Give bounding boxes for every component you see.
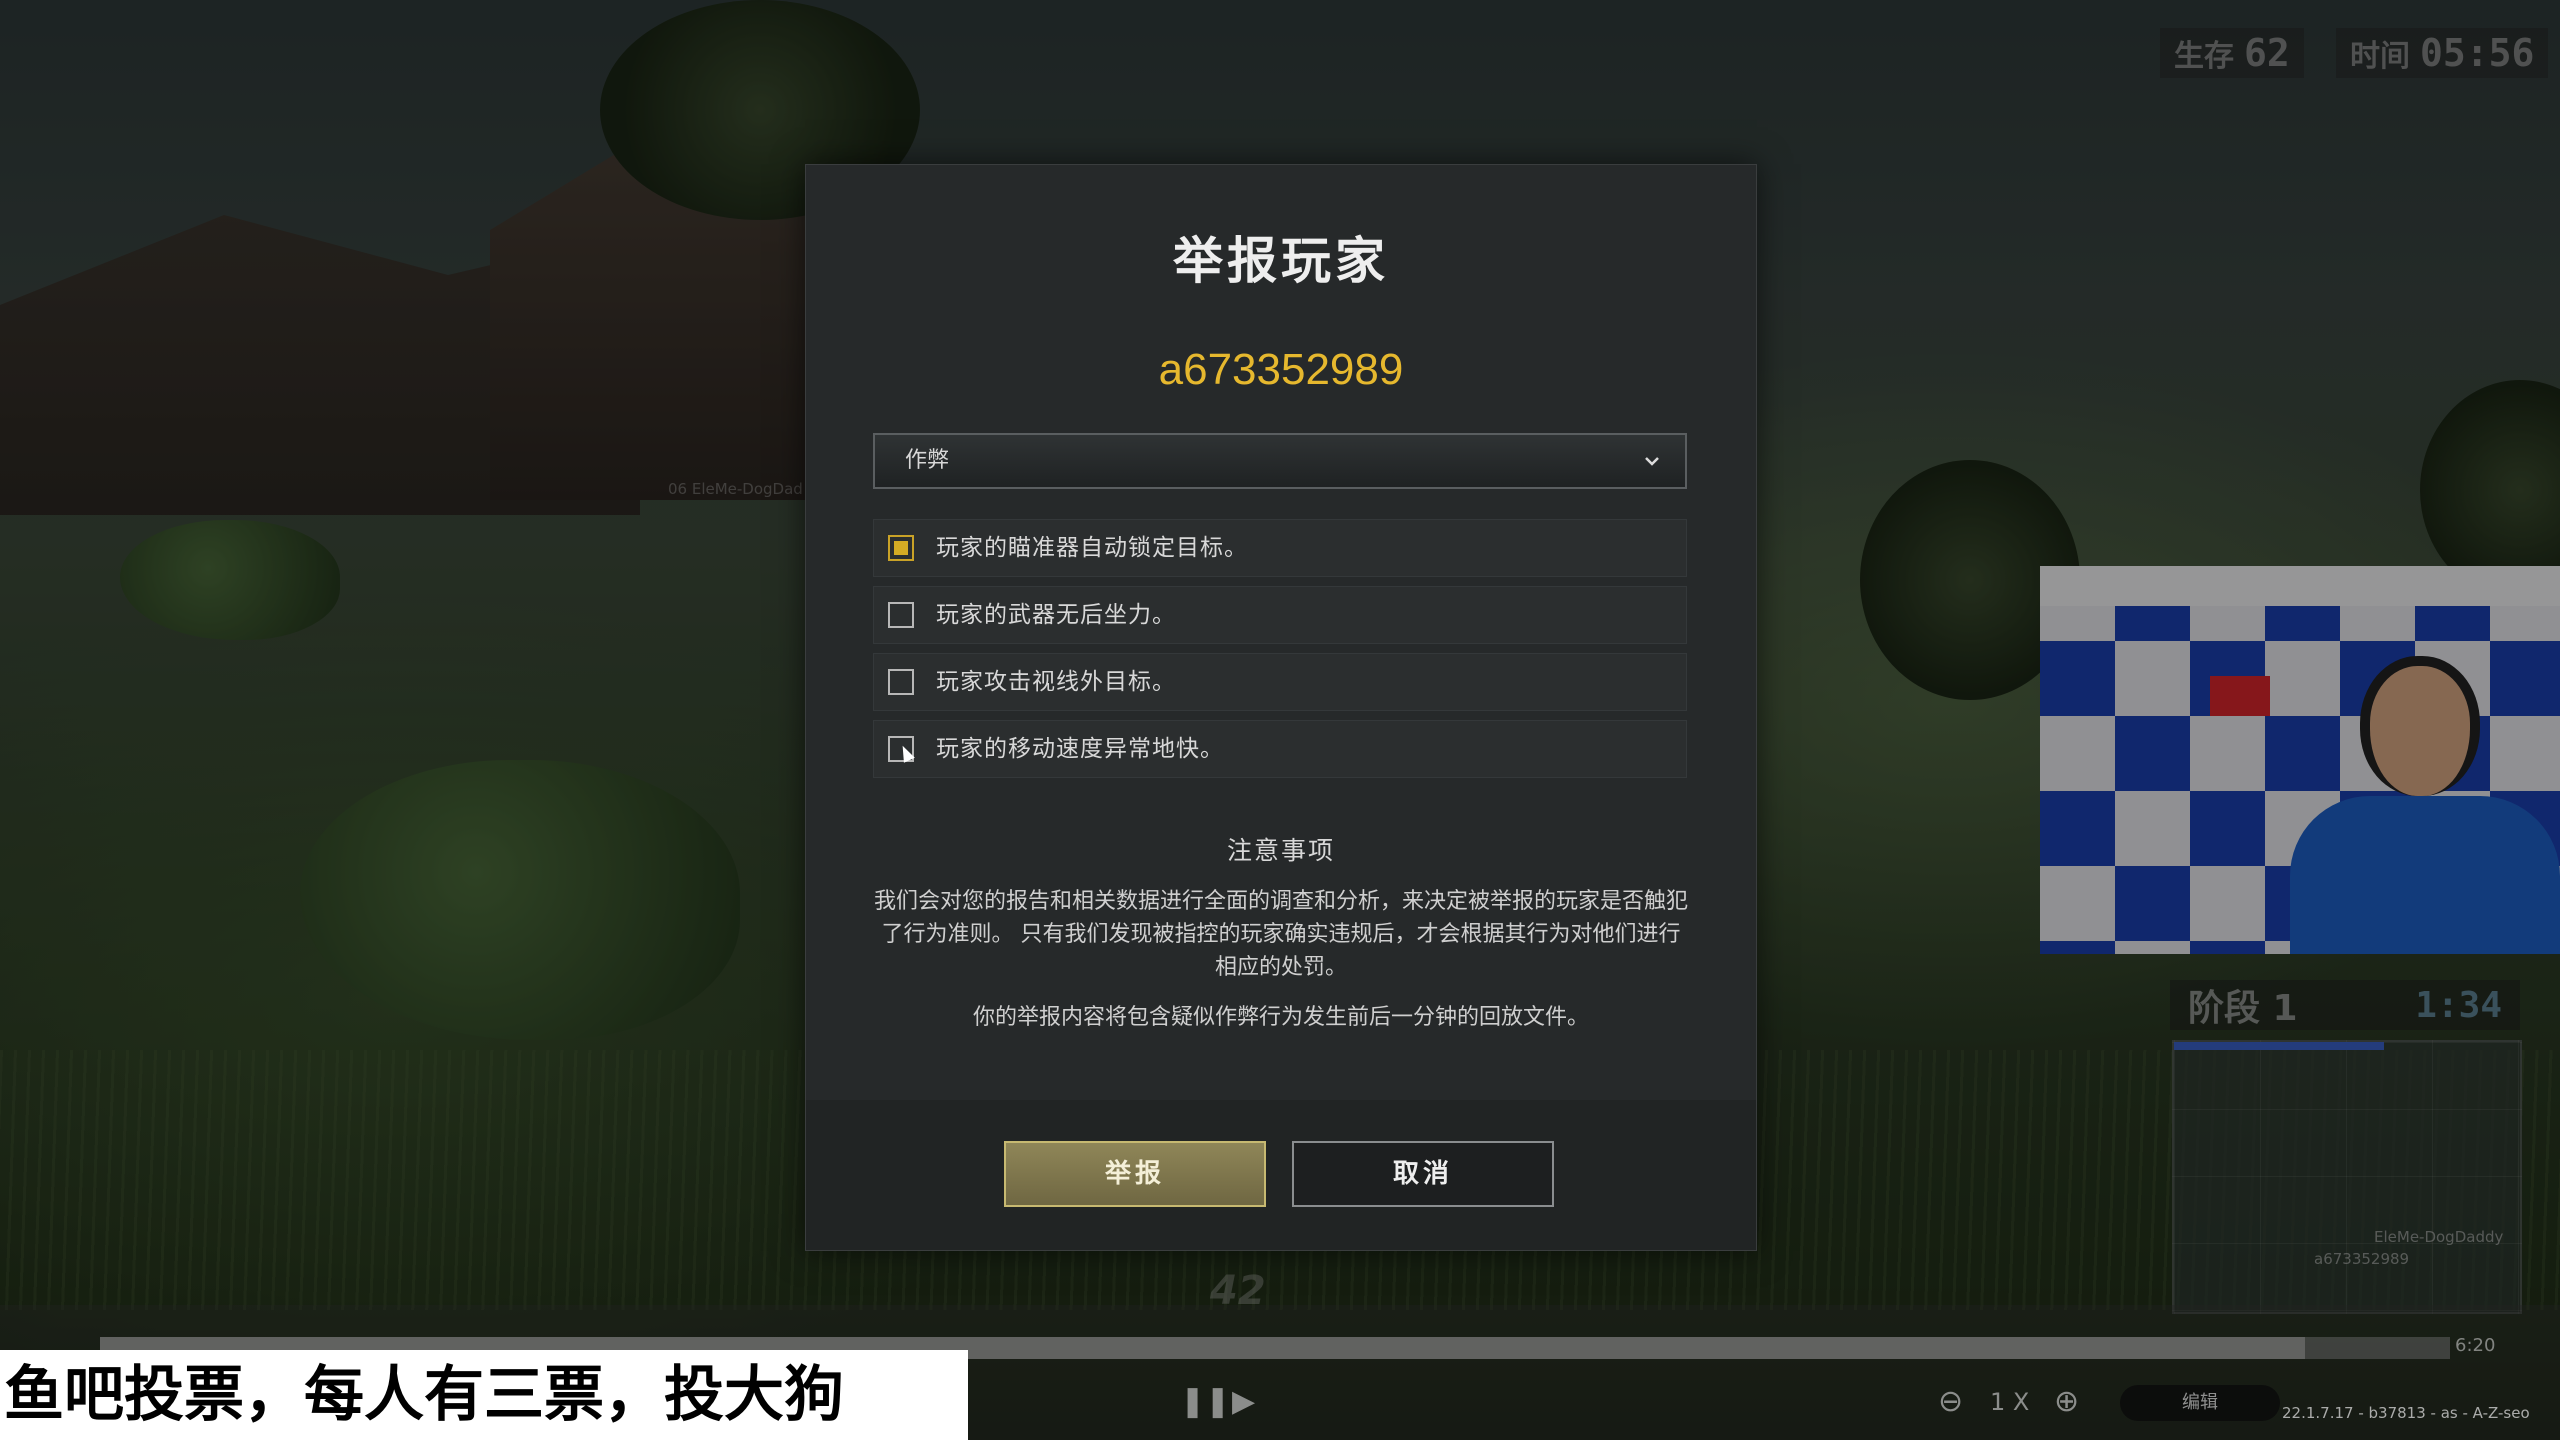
chevron-down-icon xyxy=(1645,457,1659,466)
stream-caption-banner: 鱼吧投票，每人有三票，投大狗 xyxy=(0,1350,968,1440)
report-option-out-of-sight[interactable]: 玩家攻击视线外目标。 xyxy=(873,653,1687,711)
report-option-aimbot[interactable]: 玩家的瞄准器自动锁定目标。 xyxy=(873,519,1687,577)
zoom-in-icon[interactable]: ⊕ xyxy=(2054,1384,2079,1419)
selected-category: 作弊 xyxy=(905,448,950,473)
notice-heading: 注意事项 xyxy=(1226,836,1335,865)
zoom-level: 1 X xyxy=(1990,1388,2030,1416)
option-label: 玩家的瞄准器自动锁定目标。 xyxy=(936,535,1248,561)
dialog-footer xyxy=(806,1100,1756,1250)
zoom-out-icon[interactable]: ⊖ xyxy=(1938,1384,1963,1419)
report-option-no-recoil[interactable]: 玩家的武器无后坐力。 xyxy=(873,586,1687,644)
play-icon[interactable]: ▶ xyxy=(1232,1384,1255,1419)
reported-player-name: a673352989 xyxy=(1158,345,1404,394)
report-button[interactable]: 举报 xyxy=(1004,1141,1266,1207)
option-label: 玩家的武器无后坐力。 xyxy=(936,602,1176,628)
report-category-select[interactable]: 作弊 xyxy=(873,433,1687,489)
option-label: 玩家攻击视线外目标。 xyxy=(936,669,1176,695)
checkbox[interactable] xyxy=(888,669,914,695)
dialog-title: 举报玩家 xyxy=(1173,232,1389,290)
build-version: 22.1.7.17 - b37813 - as - A-Z-seo xyxy=(2282,1404,2530,1422)
cancel-button[interactable]: 取消 xyxy=(1292,1141,1554,1207)
pause-icon[interactable]: ❚❚ xyxy=(1180,1384,1230,1419)
report-option-speed-hack[interactable]: 玩家的移动速度异常地快。 xyxy=(873,720,1687,778)
notice-text: 我们会对您的报告和相关数据进行全面的调查和分析，来决定被举报的玩家是否触犯了行为… xyxy=(874,889,1689,980)
checkbox[interactable] xyxy=(888,602,914,628)
checkbox-checked[interactable] xyxy=(888,535,914,561)
option-label: 玩家的移动速度异常地快。 xyxy=(936,736,1224,762)
timeline-end-time: 6:20 xyxy=(2455,1335,2496,1356)
edit-button[interactable]: 编辑 xyxy=(2120,1385,2280,1421)
report-player-dialog: 举报玩家 a673352989 作弊 玩家的瞄准器自动锁定目标。 玩家的武器无后… xyxy=(805,164,1757,1251)
notice-replay-text: 你的举报内容将包含疑似作弊行为发生前后一分钟的回放文件。 xyxy=(972,1005,1589,1030)
